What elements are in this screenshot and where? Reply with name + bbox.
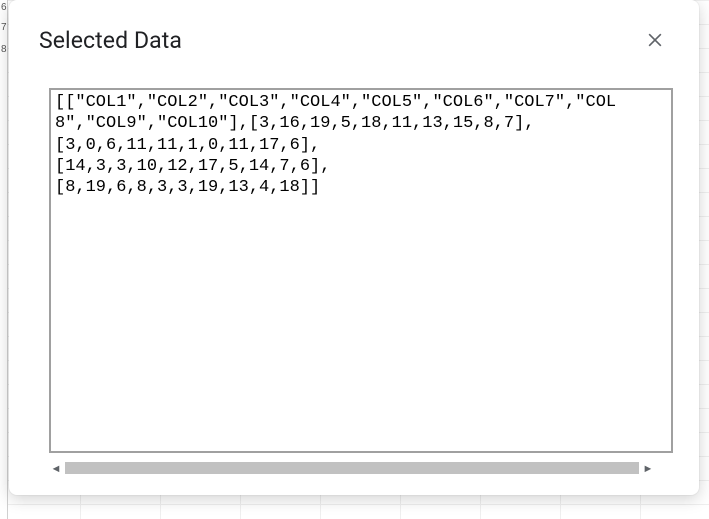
- selected-data-dialog: Selected Data ◄ ►: [9, 0, 699, 495]
- horizontal-scrollbar[interactable]: ◄ ►: [49, 459, 655, 477]
- scroll-right-arrow[interactable]: ►: [641, 461, 655, 475]
- close-button[interactable]: [637, 22, 673, 58]
- row-header-strip: 6 7 8: [0, 0, 8, 519]
- dialog-content: ◄ ►: [49, 88, 673, 477]
- scroll-left-arrow[interactable]: ◄: [49, 461, 63, 475]
- row-number: 6: [1, 2, 7, 13]
- dialog-header: Selected Data: [39, 22, 673, 58]
- dialog-title: Selected Data: [39, 27, 182, 54]
- selected-data-textarea[interactable]: [49, 88, 673, 453]
- textarea-container: [49, 88, 673, 453]
- scroll-track[interactable]: [65, 462, 639, 474]
- close-icon: [645, 30, 665, 50]
- row-number: 8: [1, 44, 7, 55]
- row-number: 7: [1, 22, 7, 33]
